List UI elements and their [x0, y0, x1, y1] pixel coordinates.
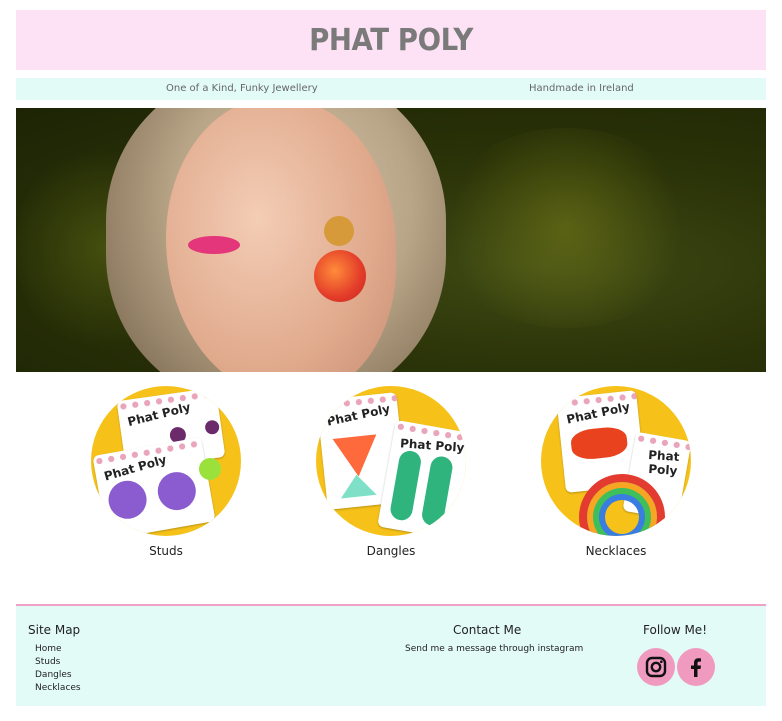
facebook-icon	[691, 658, 701, 677]
card-brand: Phat Poly	[647, 447, 680, 478]
sitemap-list: Home Studs Dangles Necklaces	[35, 643, 81, 695]
site-footer: Site Map Home Studs Dangles Necklaces Co…	[16, 606, 766, 706]
instagram-link[interactable]	[637, 648, 675, 686]
tagline-right: Handmade in Ireland	[529, 83, 634, 94]
dangle-earring	[388, 449, 423, 522]
facebook-link[interactable]	[677, 648, 715, 686]
category-studs[interactable]: Phat Poly Phat Poly Studs	[91, 386, 241, 558]
stud-earring	[154, 469, 199, 514]
contact-text: Send me a message through instagram	[405, 644, 584, 654]
necklaces-image[interactable]: Phat Poly Phat Poly	[541, 386, 691, 536]
studs-image[interactable]: Phat Poly Phat Poly	[91, 386, 241, 536]
hero-model-lips	[188, 236, 240, 254]
necklace-pendant	[569, 425, 629, 462]
sitemap-link-home[interactable]: Home	[35, 644, 62, 654]
category-label[interactable]: Studs	[91, 544, 241, 558]
sitemap-link-studs[interactable]: Studs	[35, 657, 60, 667]
category-dangles[interactable]: Phat Poly Phat Poly Dangles	[316, 386, 466, 558]
sitemap-title: Site Map	[28, 623, 81, 637]
category-label[interactable]: Necklaces	[541, 544, 691, 558]
stud-earring	[199, 458, 221, 480]
hero-earring-top	[324, 216, 354, 246]
sitemap-link-dangles[interactable]: Dangles	[35, 670, 72, 680]
stud-earring	[204, 419, 221, 436]
dangles-image[interactable]: Phat Poly Phat Poly	[316, 386, 466, 536]
hero-image	[16, 108, 766, 372]
stud-earring	[105, 477, 150, 522]
product-card: Phat Poly	[92, 437, 216, 536]
sitemap-link-necklaces[interactable]: Necklaces	[35, 683, 81, 693]
hero-background-foliage	[436, 128, 696, 328]
tagline-left: One of a Kind, Funky Jewellery	[166, 83, 318, 94]
site-logo[interactable]: PHAT POLY	[309, 23, 473, 58]
follow-title: Follow Me!	[643, 623, 708, 637]
category-label[interactable]: Dangles	[316, 544, 466, 558]
contact-title: Contact Me	[453, 623, 522, 637]
dangle-earring	[420, 454, 455, 528]
site-header: PHAT POLY	[16, 10, 766, 70]
tagline-bar: One of a Kind, Funky Jewellery Handmade …	[16, 78, 766, 100]
category-necklaces[interactable]: Phat Poly Phat Poly Necklaces	[541, 386, 691, 558]
hero-earring-bottom	[314, 250, 366, 302]
instagram-icon	[645, 656, 667, 678]
dangle-earring	[338, 472, 377, 499]
